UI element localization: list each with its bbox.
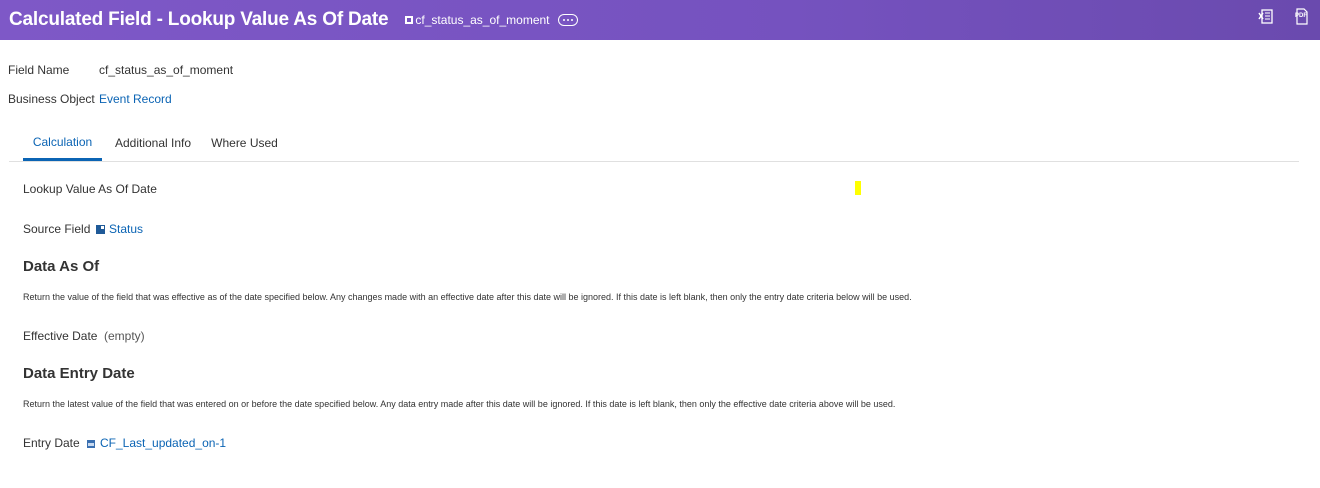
business-object-link[interactable]: Event Record bbox=[99, 92, 172, 106]
source-field-label: Source Field bbox=[23, 222, 91, 236]
instance-icon bbox=[405, 16, 414, 24]
excel-export-icon[interactable] bbox=[1258, 8, 1274, 26]
related-actions-icon[interactable] bbox=[557, 14, 578, 26]
page-title: Calculated Field - Lookup Value As Of Da… bbox=[9, 9, 389, 30]
highlight-marker bbox=[855, 181, 861, 195]
data-entry-date-heading: Data Entry Date bbox=[23, 365, 135, 382]
source-field-link[interactable]: Status bbox=[96, 222, 143, 236]
function-name: Lookup Value As Of Date bbox=[23, 182, 157, 196]
pdf-export-icon[interactable]: PDF bbox=[1294, 8, 1310, 26]
business-object-label: Business Object bbox=[8, 92, 95, 106]
entry-date-value[interactable]: CF_Last_updated_on-1 bbox=[100, 436, 226, 450]
pdf-icon-text: PDF bbox=[1295, 13, 1307, 19]
tab-bar: Calculation Additional Info Where Used bbox=[9, 126, 1299, 162]
page-header: Calculated Field - Lookup Value As Of Da… bbox=[0, 0, 1320, 40]
data-as-of-heading: Data As Of bbox=[23, 258, 100, 275]
entry-date-label: Entry Date bbox=[23, 436, 80, 450]
effective-date-value: (empty) bbox=[104, 329, 145, 343]
field-name-label: Field Name bbox=[8, 63, 70, 77]
calculated-field-icon bbox=[87, 440, 95, 448]
effective-date-label: Effective Date bbox=[23, 329, 98, 343]
instance-link[interactable]: cf_status_as_of_moment bbox=[405, 13, 578, 27]
tab-additional-info[interactable]: Additional Info bbox=[109, 126, 197, 160]
instance-name[interactable]: cf_status_as_of_moment bbox=[415, 13, 549, 27]
field-name-value: cf_status_as_of_moment bbox=[99, 63, 234, 77]
tab-calculation[interactable]: Calculation bbox=[23, 126, 102, 161]
business-object-icon bbox=[96, 225, 105, 234]
source-field-value[interactable]: Status bbox=[109, 222, 143, 236]
tab-where-used[interactable]: Where Used bbox=[210, 126, 279, 160]
entry-date-link[interactable]: CF_Last_updated_on-1 bbox=[87, 436, 226, 450]
data-as-of-description: Return the value of the field that was e… bbox=[23, 292, 912, 302]
data-entry-description: Return the latest value of the field tha… bbox=[23, 399, 896, 409]
